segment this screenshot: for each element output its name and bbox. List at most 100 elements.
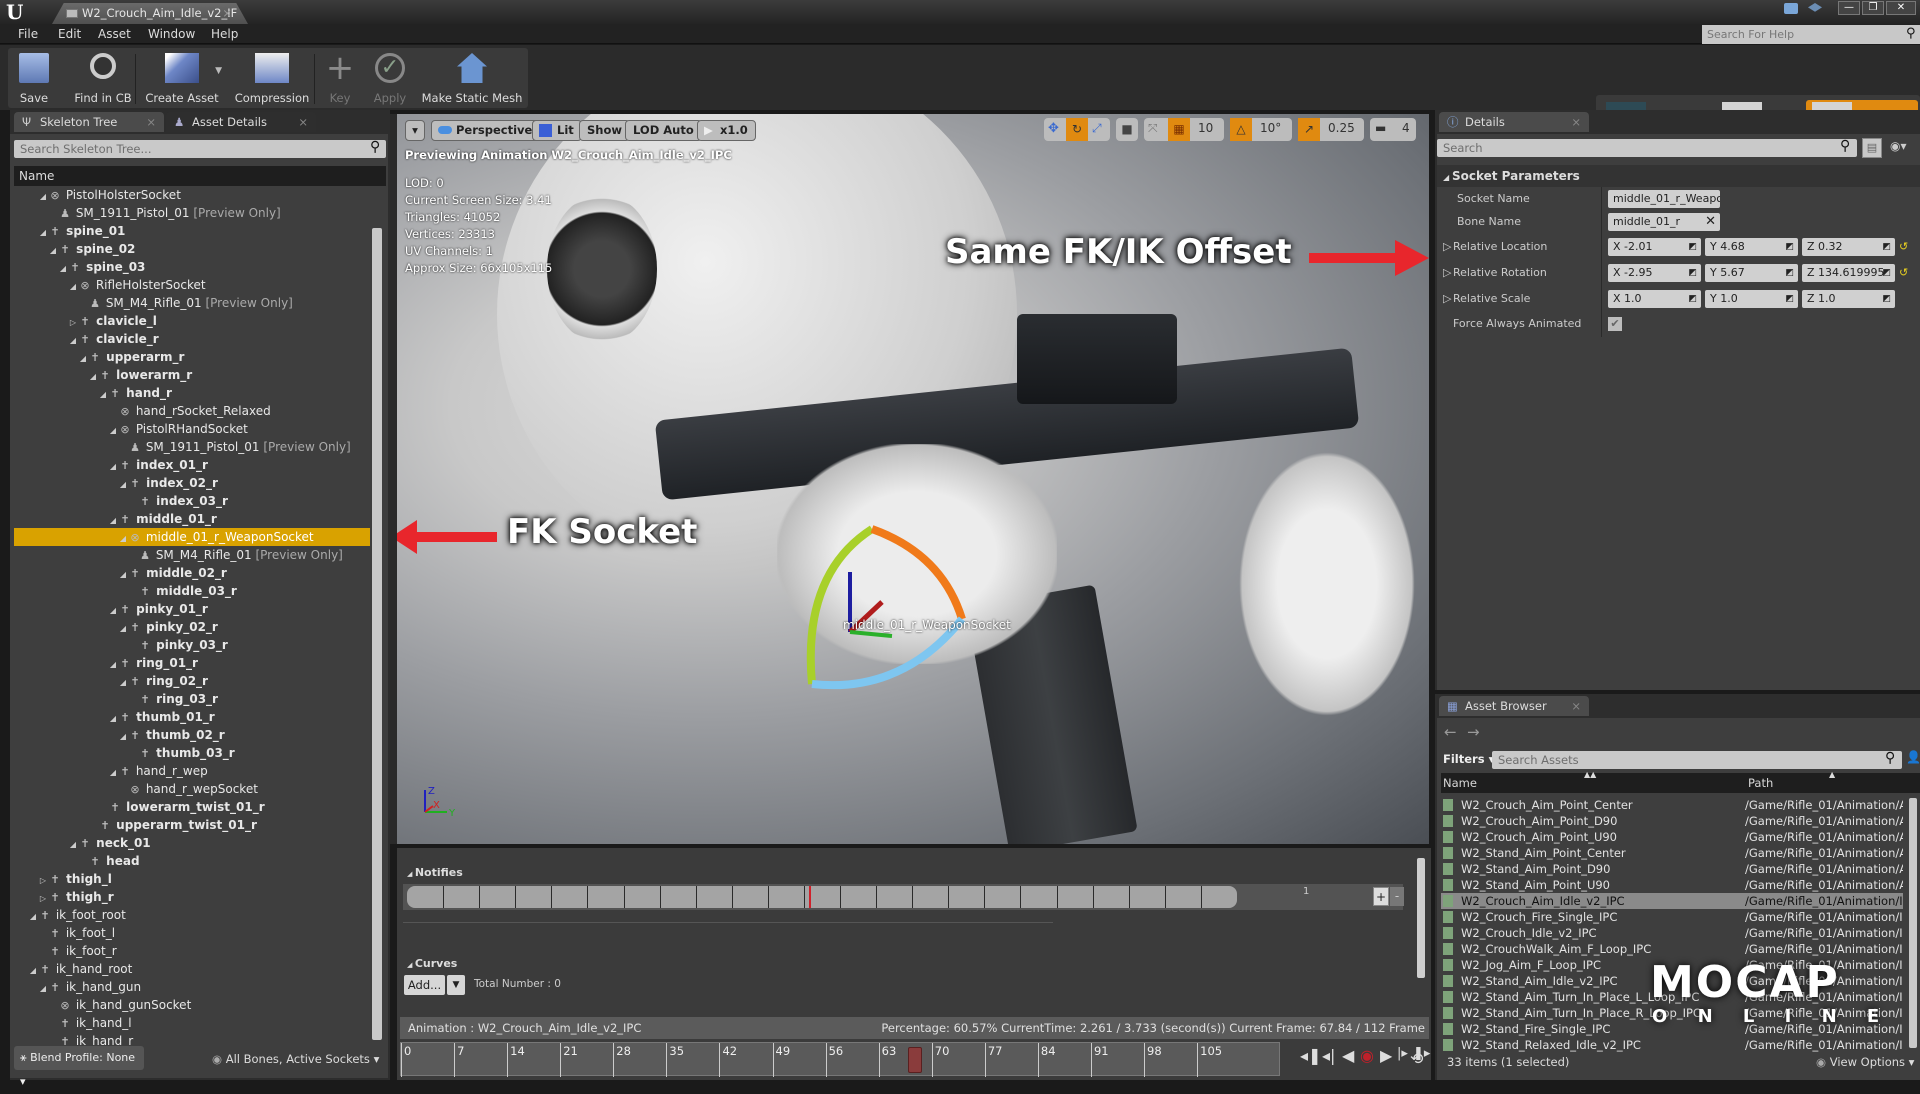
tree-row[interactable]: ✝ upperarm_twist_01_r bbox=[14, 816, 370, 834]
skip-to-start-button[interactable]: ◂❚ bbox=[1300, 1046, 1321, 1065]
rotation-gizmo[interactable] bbox=[792, 514, 1012, 694]
rotation-snap-value[interactable]: 10° bbox=[1260, 121, 1281, 135]
column-path[interactable]: Path bbox=[1748, 776, 1773, 790]
menu-asset[interactable]: Asset bbox=[98, 24, 131, 44]
lit-button[interactable]: Lit bbox=[532, 120, 582, 141]
filters-dropdown[interactable]: Filters ▾ bbox=[1443, 752, 1494, 766]
tree-row[interactable]: ✝ head bbox=[14, 852, 370, 870]
perspective-button[interactable]: Perspective bbox=[431, 120, 541, 141]
translate-icon[interactable]: ✥ bbox=[1048, 121, 1059, 136]
tree-row[interactable]: ◢ ⊗ PistolRHandSocket bbox=[14, 420, 370, 438]
tree-row[interactable]: ▷ ✝ thigh_r bbox=[14, 888, 370, 906]
rotation-y-input[interactable]: Y 5.67 ◩ bbox=[1705, 264, 1798, 282]
tree-column-name[interactable]: Name bbox=[14, 166, 386, 186]
tree-row[interactable]: ◢ ✝ upperarm_r bbox=[14, 348, 370, 366]
step-forward-button[interactable]: |▸ bbox=[1397, 1046, 1408, 1061]
scale-snap-icon[interactable]: ↗ bbox=[1298, 118, 1320, 141]
lod-button[interactable]: LOD Auto bbox=[625, 120, 702, 141]
asset-list-scrollbar[interactable] bbox=[1909, 798, 1917, 1048]
bone-visibility-dropdown[interactable]: ◉ All Bones, Active Sockets ▾ bbox=[212, 1052, 379, 1066]
compression-button[interactable]: Compression bbox=[232, 48, 312, 108]
tree-row[interactable]: ✝ index_03_r bbox=[14, 492, 370, 510]
timeline-scrubber[interactable]: 0 7 14 21 28 35 42 49 56 63 70 77 84 91 98 105 bbox=[400, 1042, 1280, 1077]
tree-row[interactable]: ⊗ hand_rSocket_Relaxed bbox=[14, 402, 370, 420]
tree-row[interactable]: ▷ ✝ thigh_l bbox=[14, 870, 370, 888]
tree-row[interactable]: ◢ ✝ middle_01_r bbox=[14, 510, 370, 528]
tree-row[interactable]: ◢ ✝ neck_01 bbox=[14, 834, 370, 852]
rotation-z-input[interactable]: Z 134.619995 ◩ bbox=[1802, 264, 1895, 282]
blend-profile-dropdown[interactable]: ⚹ Blend Profile: None ▾ bbox=[14, 1046, 144, 1088]
remove-track-button[interactable]: - bbox=[1390, 887, 1404, 906]
save-button[interactable]: Save bbox=[12, 48, 56, 108]
tree-row[interactable]: ◢ ✝ thumb_02_r bbox=[14, 726, 370, 744]
tree-row[interactable]: ◢ ✝ pinky_02_r bbox=[14, 618, 370, 636]
help-search-input[interactable]: Search For Help bbox=[1702, 25, 1920, 44]
rotation-snap-icon[interactable]: △ bbox=[1230, 118, 1252, 141]
tree-row[interactable]: ✝ thumb_03_r bbox=[14, 744, 370, 762]
tree-row[interactable]: ◢ ⊗ PistolHolsterSocket bbox=[14, 186, 370, 204]
location-x-input[interactable]: X -2.01 ◩ bbox=[1608, 238, 1701, 256]
key-button[interactable]: + Key bbox=[320, 48, 360, 108]
tab-asset-browser[interactable]: ▦ Asset Browser × bbox=[1439, 696, 1589, 716]
view-options-dropdown[interactable]: ◉ View Options ▾ bbox=[1816, 1055, 1914, 1069]
tree-row[interactable]: ◢ ✝ pinky_01_r bbox=[14, 600, 370, 618]
notifies-header[interactable]: ◢ Notifies bbox=[407, 866, 463, 879]
back-arrow-icon[interactable]: ← bbox=[1444, 723, 1457, 741]
tree-row[interactable]: ✝ pinky_03_r bbox=[14, 636, 370, 654]
show-button[interactable]: Show bbox=[579, 120, 630, 141]
feedback-icon[interactable] bbox=[1784, 3, 1798, 14]
reset-icon[interactable]: ↺ bbox=[1899, 234, 1908, 260]
notifies-track-bar[interactable] bbox=[407, 886, 1237, 908]
create-asset-button[interactable]: ▼ Create Asset bbox=[140, 48, 224, 108]
dropdown-arrow-icon[interactable]: ▼ bbox=[215, 66, 222, 76]
tree-row[interactable]: ◢ ✝ ring_01_r bbox=[14, 654, 370, 672]
tree-row[interactable]: ◢ ✝ ik_hand_root bbox=[14, 960, 370, 978]
apply-button[interactable]: ✓ Apply bbox=[368, 48, 412, 108]
tab-details[interactable]: ⓘ Details × bbox=[1439, 112, 1589, 132]
expand-arrow-icon[interactable]: ▷ bbox=[1443, 286, 1451, 312]
viewport[interactable]: middle_01_r_WeaponSocket ▾ Perspective L… bbox=[397, 114, 1429, 844]
details-search-input[interactable]: Search bbox=[1437, 139, 1857, 157]
tree-row[interactable]: ◢ ✝ spine_03 bbox=[14, 258, 370, 276]
tree-row[interactable]: ✝ ik_foot_r bbox=[14, 942, 370, 960]
tree-row[interactable]: ◢ ✝ clavicle_r bbox=[14, 330, 370, 348]
record-button[interactable]: ◉ bbox=[1360, 1046, 1374, 1065]
asset-row[interactable]: W2_Crouch_Fire_Single_IPC/Game/Rifle_01/… bbox=[1441, 909, 1903, 925]
tree-row[interactable]: ◢ ✝ index_01_r bbox=[14, 456, 370, 474]
restore-button[interactable]: ❐ bbox=[1862, 1, 1884, 15]
tree-row[interactable]: ♟ SM_M4_Rifle_01 [Preview Only] bbox=[14, 294, 370, 312]
grid-snap-value[interactable]: 10 bbox=[1198, 121, 1213, 135]
play-reverse-button[interactable]: ◀ bbox=[1342, 1046, 1354, 1065]
tree-row[interactable]: ◢ ✝ ring_02_r bbox=[14, 672, 370, 690]
add-track-button[interactable]: + bbox=[1373, 887, 1389, 906]
scale-snap-value[interactable]: 0.25 bbox=[1328, 121, 1355, 135]
socket-parameters-header[interactable]: ◢ Socket Parameters bbox=[1437, 165, 1920, 187]
tree-row[interactable]: ✝ ring_03_r bbox=[14, 690, 370, 708]
close-window-button[interactable]: ✕ bbox=[1886, 1, 1916, 15]
close-tab-icon[interactable]: × bbox=[146, 112, 156, 132]
playhead-handle[interactable] bbox=[908, 1047, 923, 1073]
expand-arrow-icon[interactable]: ▷ bbox=[1443, 260, 1451, 286]
document-tab[interactable]: W2_Crouch_Aim_Idle_v2_IF × bbox=[52, 3, 248, 24]
bone-name-input[interactable]: middle_01_r ✕ bbox=[1608, 213, 1720, 231]
asset-row-selected[interactable]: W2_Crouch_Aim_Idle_v2_IPC/Game/Rifle_01/… bbox=[1441, 893, 1903, 909]
tree-row[interactable]: ▷ ✝ clavicle_l bbox=[14, 312, 370, 330]
surface-snap-icon[interactable]: ⤧ bbox=[1148, 121, 1158, 136]
tutorial-icon[interactable] bbox=[1808, 3, 1822, 12]
column-name[interactable]: Name bbox=[1443, 776, 1477, 790]
tree-row[interactable]: ⊗ ik_hand_gunSocket bbox=[14, 996, 370, 1014]
location-y-input[interactable]: Y 4.68 ◩ bbox=[1705, 238, 1798, 256]
tree-row[interactable]: ◢ ✝ spine_02 bbox=[14, 240, 370, 258]
tree-scrollbar[interactable] bbox=[372, 228, 382, 1040]
tree-row[interactable]: ◢ ✝ lowerarm_r bbox=[14, 366, 370, 384]
find-in-cb-button[interactable]: Find in CB bbox=[68, 48, 138, 108]
camera-speed-group[interactable]: ▬ 4 bbox=[1370, 118, 1416, 141]
tree-row[interactable]: ♟ SM_1911_Pistol_01 [Preview Only] bbox=[14, 204, 370, 222]
close-tab-icon[interactable]: × bbox=[1571, 112, 1581, 132]
asset-row[interactable]: W2_Crouch_Aim_Point_U90/Game/Rifle_01/An… bbox=[1441, 829, 1903, 845]
make-static-mesh-button[interactable]: Make Static Mesh bbox=[420, 48, 524, 108]
forward-arrow-icon[interactable]: → bbox=[1467, 723, 1480, 741]
close-tab-icon[interactable]: × bbox=[222, 3, 232, 24]
scale-z-input[interactable]: Z 1.0 ◩ bbox=[1802, 290, 1895, 308]
rotation-x-input[interactable]: X -2.95 ◩ bbox=[1608, 264, 1701, 282]
